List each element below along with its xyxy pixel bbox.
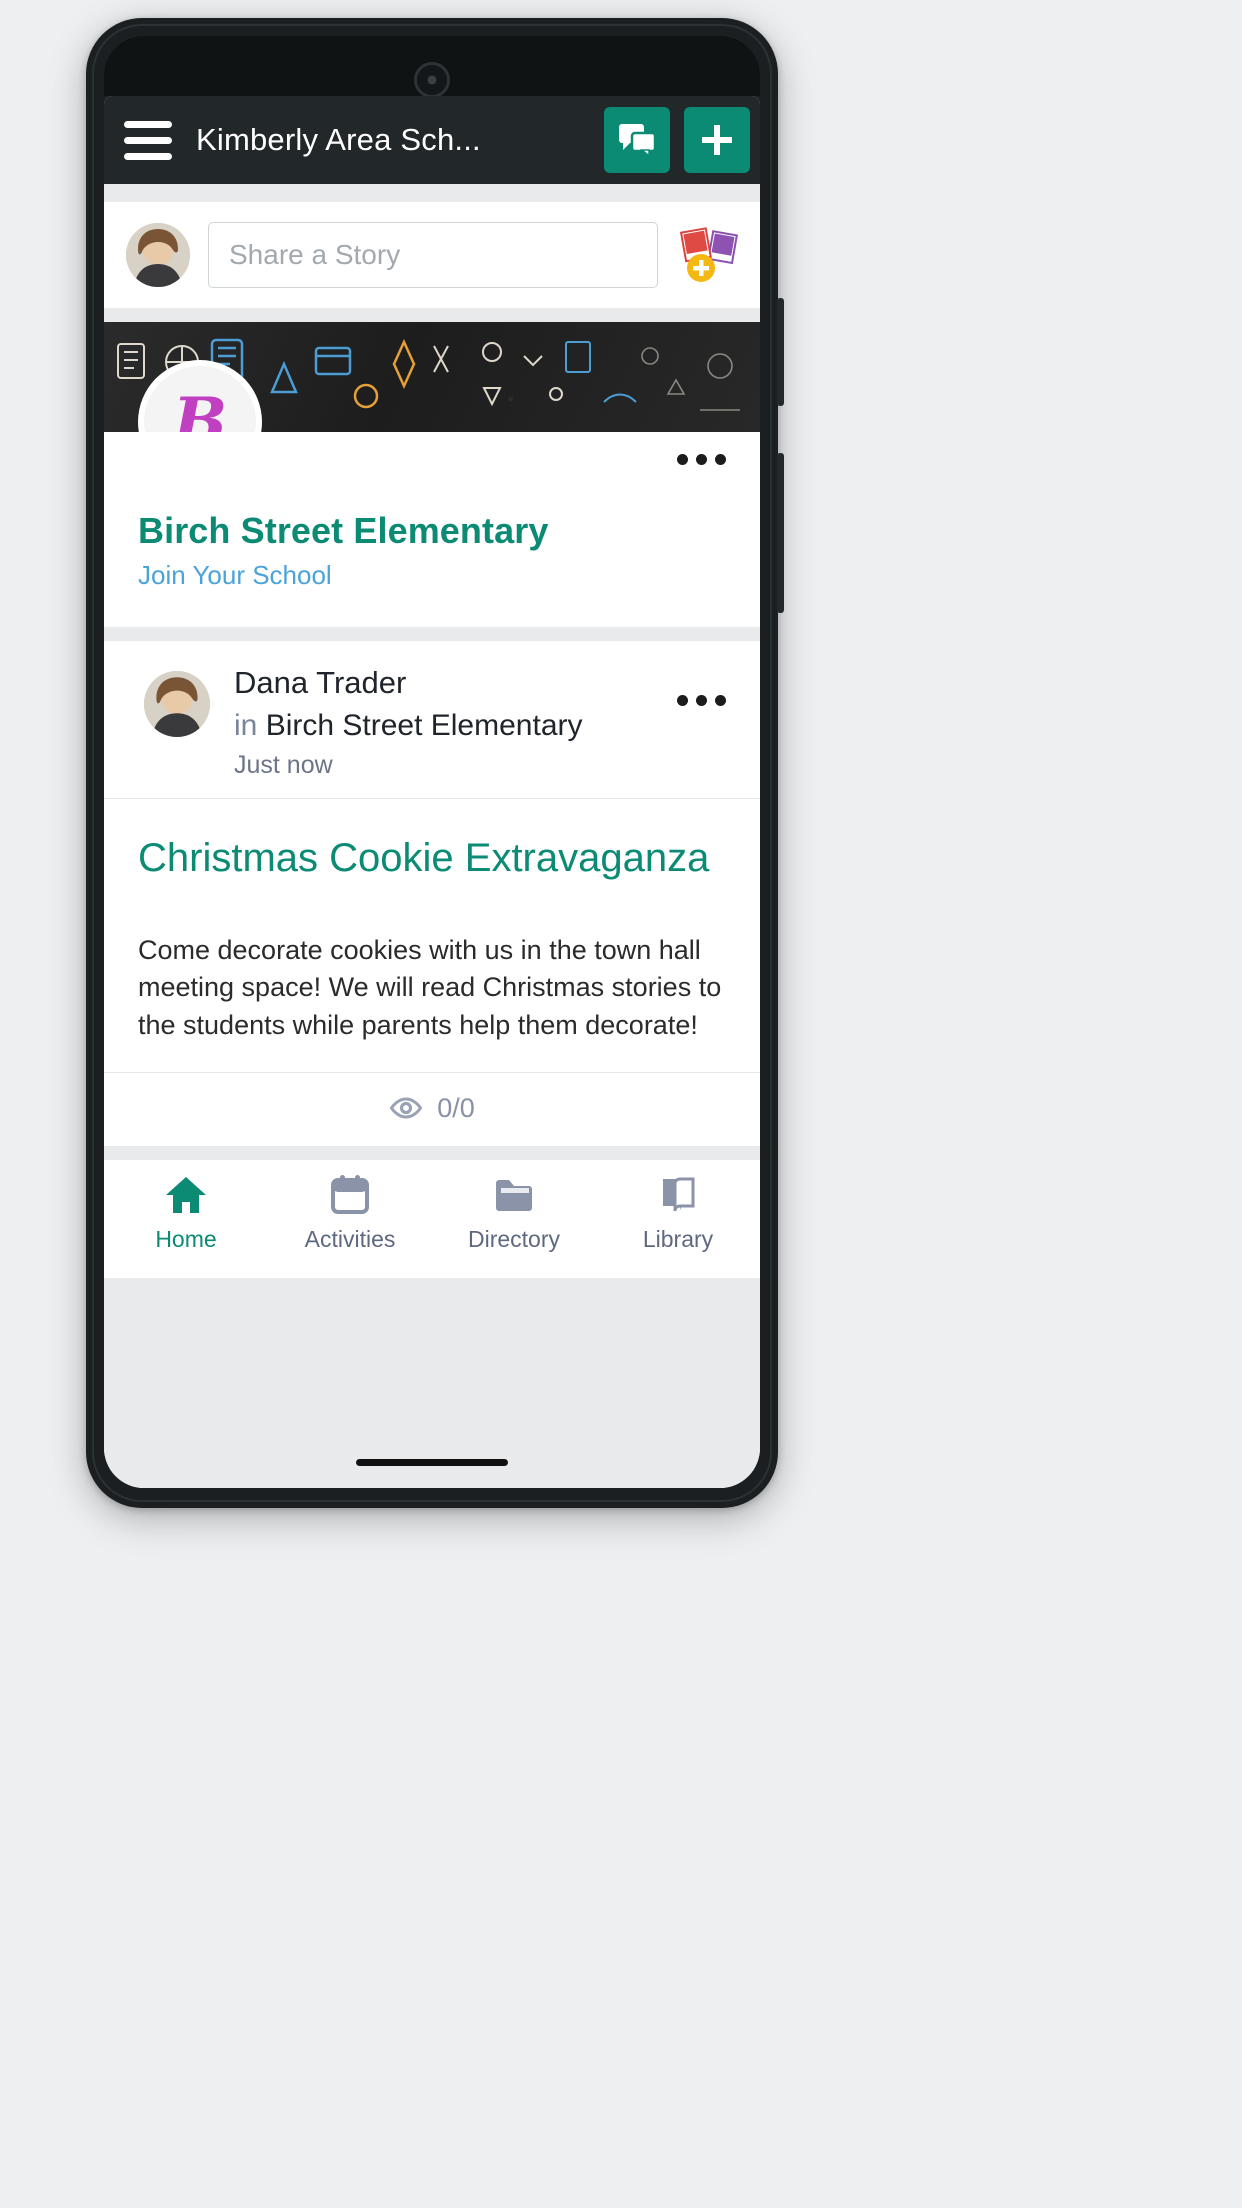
post-title[interactable]: Christmas Cookie Extravaganza <box>138 833 726 884</box>
volume-button[interactable] <box>777 298 784 406</box>
post-context-group[interactable]: Birch Street Elementary <box>266 709 583 742</box>
power-button[interactable] <box>777 453 784 613</box>
share-story-input[interactable] <box>208 222 658 288</box>
nav-item-activities[interactable]: Activities <box>268 1174 432 1278</box>
post-header: Dana Trader in Birch Street Elementary J… <box>104 641 760 799</box>
nav-label-activities: Activities <box>304 1225 396 1252</box>
post-body: Christmas Cookie Extravaganza Come decor… <box>104 799 760 1072</box>
add-button[interactable] <box>684 107 750 173</box>
nav-item-directory[interactable]: Directory <box>432 1174 596 1278</box>
school-more-options-button[interactable] <box>677 454 726 465</box>
nav-label-home: Home <box>155 1225 217 1252</box>
calendar-icon <box>331 1174 369 1214</box>
nav-item-home[interactable]: Home <box>104 1174 268 1278</box>
post-stats-row: 0/0 <box>104 1071 760 1146</box>
join-your-school-link[interactable]: Join Your School <box>138 560 726 591</box>
hamburger-menu-icon[interactable] <box>124 116 178 164</box>
home-icon <box>166 1176 206 1213</box>
page-title: Kimberly Area Sch... <box>196 122 481 157</box>
school-banner-image: B <box>104 322 760 432</box>
post-author-name[interactable]: Dana Trader <box>234 665 730 701</box>
page-backdrop: Kimberly Area Sch... Share a Story B Bir… <box>0 0 1242 2208</box>
post-text: Come decorate cookies with us in the tow… <box>138 935 722 1040</box>
chat-bubbles-icon <box>619 124 655 156</box>
phone-device-frame: Kimberly Area Sch... Share a Story B Bir… <box>86 18 784 1508</box>
feed-scroll-area[interactable]: B Birch Street Elementary Join Your Scho… <box>104 184 760 1488</box>
messages-button[interactable] <box>604 107 670 173</box>
app-bar: Kimberly Area Sch... <box>104 96 760 184</box>
post-timestamp: Just now <box>234 751 333 779</box>
avatar[interactable] <box>144 671 210 737</box>
feed-spacer <box>104 1145 760 1160</box>
front-camera <box>414 62 450 98</box>
nav-label-directory: Directory <box>467 1225 560 1252</box>
nav-label-library: Library <box>642 1225 714 1252</box>
eye-icon <box>389 1097 423 1119</box>
school-card-body: Birch Street Elementary Join Your School <box>104 432 760 627</box>
post-context: in Birch Street Elementary <box>234 709 730 743</box>
phone-screen: Kimberly Area Sch... Share a Story B Bir… <box>104 96 760 1488</box>
plus-icon <box>702 125 732 155</box>
book-icon <box>663 1177 695 1212</box>
feed-spacer <box>104 184 760 202</box>
add-photo-icon[interactable] <box>676 226 739 284</box>
bottom-navigation-bar: Home Activities Directory Library <box>104 1159 760 1278</box>
post-more-options-button[interactable] <box>677 695 726 706</box>
views-count: 0/0 <box>437 1092 475 1123</box>
folder-icon <box>496 1179 532 1211</box>
school-logo-letter: B <box>172 384 228 433</box>
nav-item-library[interactable]: Library <box>596 1174 760 1278</box>
school-card: B Birch Street Elementary Join Your Scho… <box>104 322 760 627</box>
avatar[interactable] <box>126 223 190 287</box>
home-indicator <box>356 1459 508 1466</box>
story-composer <box>104 202 760 308</box>
post-meta: Dana Trader in Birch Street Elementary J… <box>234 665 730 780</box>
post-card: Dana Trader in Birch Street Elementary J… <box>104 641 760 1146</box>
device-top-bezel <box>104 36 760 98</box>
school-name: Birch Street Elementary <box>138 510 549 551</box>
feed-spacer <box>104 627 760 641</box>
post-context-preposition: in <box>234 709 258 742</box>
feed-spacer <box>104 308 760 322</box>
